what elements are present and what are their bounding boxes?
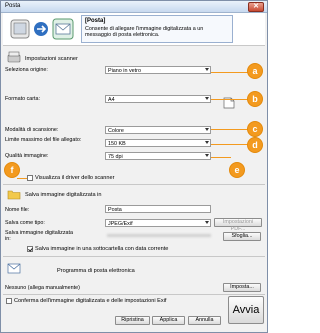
chevron-down-icon (205, 221, 209, 224)
close-button[interactable]: ✕ (248, 2, 264, 12)
show-driver-label: Visualizza il driver dello scanner (35, 175, 115, 181)
filename-input[interactable]: Posta (105, 205, 211, 213)
paper-size-label: Formato carta: (5, 96, 41, 102)
callout-f-line (17, 178, 27, 179)
callout-d-line (211, 144, 249, 145)
mail-app-value: Nessuno (allega manualmente) (5, 285, 80, 291)
run-button[interactable]: Avvia (228, 296, 264, 324)
posta-dialog: Posta ✕ [Posta] Consente di allegare l'i… (0, 0, 268, 333)
subfolder-checkbox[interactable] (27, 246, 33, 252)
chevron-down-icon (205, 154, 209, 157)
confirm-label: Conferma dell'immagine digitalizzata e d… (14, 298, 167, 304)
scan-mode-label: Modalità di scansione: (5, 127, 59, 133)
cancel-button[interactable]: Annulla (188, 316, 221, 325)
file-limit-value: 150 KB (108, 140, 126, 147)
save-section-title: Salva immagine digitalizzata in (25, 192, 102, 198)
save-location-label: Salva immagine digitalizzata in: (5, 230, 74, 242)
mail-settings-button[interactable]: Imposta... (223, 283, 261, 292)
callout-b-badge: b (247, 91, 263, 107)
image-quality-label: Qualità immagine: (5, 153, 49, 159)
callout-a-badge: a (247, 63, 263, 79)
source-select[interactable]: Piano in vetro (105, 66, 211, 74)
chevron-down-icon (205, 97, 209, 100)
divider (3, 294, 265, 295)
divider (3, 256, 265, 257)
image-quality-value: 75 dpi (108, 153, 123, 160)
info-title: [Posta] (85, 18, 106, 24)
scan-mode-value: Colore (108, 127, 124, 134)
pdf-settings-button[interactable]: Impostazioni PDF... (214, 218, 262, 232)
scanner-section-title: Impostazioni scanner (25, 56, 78, 62)
paper-size-value: A4 (108, 96, 115, 103)
save-location-path (107, 234, 211, 237)
callout-a-line (211, 72, 249, 73)
source-label: Seleziona origine: (5, 67, 48, 73)
divider (3, 184, 265, 185)
filename-value: Posta (108, 206, 122, 213)
file-limit-select[interactable]: 150 KB (105, 139, 211, 147)
chevron-down-icon (205, 128, 209, 131)
mail-section-title: Programma di posta elettronica (57, 268, 135, 274)
apply-button[interactable]: Applica (152, 316, 185, 325)
callout-f-badge: f (4, 162, 20, 178)
file-limit-label: Limite massimo del file allegato: (5, 137, 82, 143)
confirm-checkbox[interactable] (6, 298, 12, 304)
browse-button[interactable]: Sfoglia... (223, 232, 261, 241)
source-value: Piano in vetro (108, 67, 141, 74)
subfolder-label: Salva immagine in una sottocartella con … (35, 246, 169, 252)
callout-c-line (211, 129, 249, 130)
info-description: Consente di allegare l'immagine digitali… (85, 26, 204, 39)
window-title: Posta (5, 3, 21, 9)
description-box: [Posta] Consente di allegare l'immagine … (81, 15, 233, 43)
show-driver-checkbox[interactable] (27, 175, 33, 181)
email-program-icon (7, 263, 21, 274)
callout-d-badge: d (247, 137, 263, 153)
filename-label: Nome file: (5, 207, 30, 213)
callout-b-line (211, 99, 249, 100)
callout-e-line (211, 157, 231, 158)
paper-size-select[interactable]: A4 (105, 95, 211, 103)
save-type-value: JPEG/Exif (108, 220, 133, 227)
scan-to-mail-icon (10, 18, 74, 40)
save-type-select[interactable]: JPEG/Exif (105, 219, 211, 227)
callout-e-badge: e (229, 162, 245, 178)
reset-button[interactable]: Ripristina (115, 316, 150, 325)
image-quality-select[interactable]: 75 dpi (105, 152, 211, 160)
callout-c-badge: c (247, 121, 263, 137)
title-bar[interactable]: Posta ✕ (1, 1, 267, 13)
folder-icon (7, 190, 21, 200)
chevron-down-icon (205, 141, 209, 144)
chevron-down-icon (205, 68, 209, 71)
save-type-label: Salva come tipo: (5, 220, 45, 226)
header-panel: [Posta] Consente di allegare l'immagine … (3, 13, 265, 46)
scan-mode-select[interactable]: Colore (105, 126, 211, 134)
scanner-icon (7, 51, 21, 63)
